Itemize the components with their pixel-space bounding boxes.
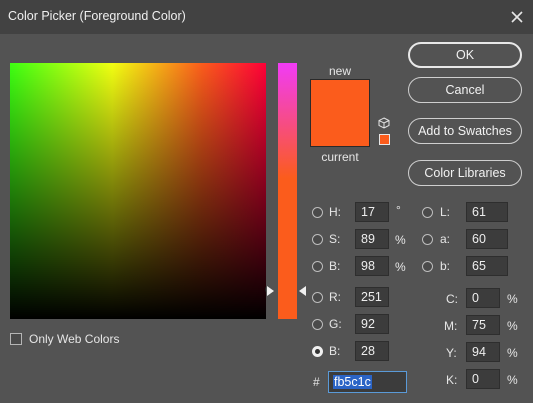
brightness-label: B: [329,259,341,273]
hue-slider[interactable] [278,63,297,319]
black-label: K: [446,373,458,387]
lab-l-label: L: [440,205,451,219]
add-to-swatches-button[interactable]: Add to Swatches [408,118,522,144]
lab-a-radio[interactable] [422,234,433,245]
brightness-unit: % [395,260,406,274]
web-safe-color-swatch[interactable] [379,134,390,145]
title-bar: Color Picker (Foreground Color) [0,0,533,34]
lab-a-label: a: [440,232,451,246]
hue-slider-handle-right[interactable] [299,286,306,296]
lab-b-label: b: [440,259,451,273]
lab-b-input[interactable]: 65 [466,256,508,276]
only-web-colors-checkbox[interactable] [10,333,22,345]
hue-input[interactable]: 17 [355,202,389,222]
yellow-label: Y: [446,346,457,360]
saturation-radio[interactable] [312,234,323,245]
magenta-unit: % [507,319,518,333]
hue-label: H: [329,205,341,219]
magenta-input[interactable]: 75 [466,315,500,335]
saturation-label: S: [329,232,341,246]
new-color-label: new [328,64,351,78]
black-input[interactable]: 0 [466,369,500,389]
only-web-colors-option[interactable]: Only Web Colors [10,332,119,346]
lab-a-input[interactable]: 60 [466,229,508,249]
brightness-input[interactable]: 98 [355,256,389,276]
current-color-label: current [321,150,359,164]
only-web-colors-label: Only Web Colors [29,332,120,346]
black-unit: % [507,373,518,387]
green-label: G: [329,317,342,331]
blue-label: B: [329,344,341,358]
lab-b-radio[interactable] [422,261,433,272]
window-title: Color Picker (Foreground Color) [8,9,186,23]
magenta-label: M: [444,319,458,333]
red-label: R: [329,290,341,304]
hue-unit: ° [396,203,401,217]
saturation-input[interactable]: 89 [355,229,389,249]
cyan-unit: % [507,292,518,306]
hex-input[interactable]: fb5c1c [328,371,407,393]
hex-value: fb5c1c [333,375,372,389]
cyan-label: C: [446,292,458,306]
brightness-radio[interactable] [312,261,323,272]
blue-input[interactable]: 28 [355,341,389,361]
cancel-button[interactable]: Cancel [408,77,522,103]
yellow-unit: % [507,346,518,360]
lab-l-input[interactable]: 61 [466,202,508,222]
color-libraries-button[interactable]: Color Libraries [408,160,522,186]
color-field[interactable] [10,63,266,319]
hue-radio[interactable] [312,207,323,218]
ok-button[interactable]: OK [408,42,522,68]
close-icon[interactable] [505,5,529,29]
green-input[interactable]: 92 [355,314,389,334]
out-of-web-gamut-cube-icon[interactable] [378,117,390,129]
red-input[interactable]: 251 [355,287,389,307]
hue-slider-handle-left[interactable] [267,286,274,296]
red-radio[interactable] [312,292,323,303]
yellow-input[interactable]: 94 [466,342,500,362]
green-radio[interactable] [312,319,323,330]
color-preview-swatch [310,79,370,147]
cyan-input[interactable]: 0 [466,288,500,308]
color-field-gradient [10,63,266,319]
blue-radio[interactable] [312,346,323,357]
hex-label: # [313,375,320,389]
saturation-unit: % [395,233,406,247]
lab-l-radio[interactable] [422,207,433,218]
